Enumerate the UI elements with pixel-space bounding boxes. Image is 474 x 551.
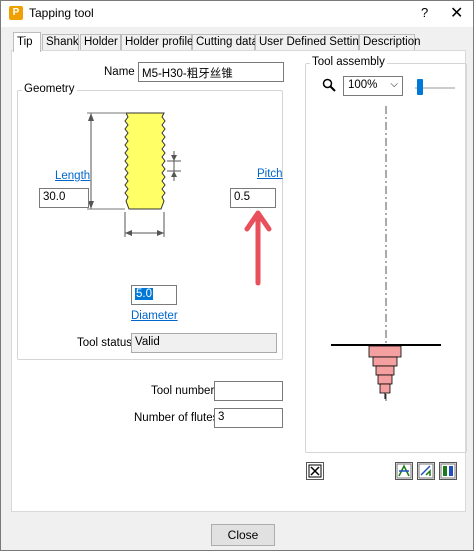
annotation-arrow (244, 210, 272, 286)
name-label: Name (104, 66, 135, 78)
fit-view-button[interactable] (306, 462, 324, 480)
help-button[interactable]: ? (421, 5, 428, 20)
tool-status-field: Valid (131, 333, 277, 353)
tap-diagram (87, 112, 181, 237)
tool-assembly-title: Tool assembly (310, 56, 387, 68)
close-button[interactable]: Close (211, 524, 275, 546)
zoom-icon (322, 78, 336, 92)
diameter-field[interactable]: 5.0 (131, 285, 177, 305)
tool-assembly-view (331, 106, 441, 401)
tool-view-button-2[interactable] (417, 462, 435, 480)
flutes-field[interactable]: 3 (214, 408, 283, 428)
tab-user-defined-settings[interactable]: User Defined Settings (255, 34, 371, 51)
diameter-link[interactable]: Diameter (131, 310, 178, 322)
flutes-label: Number of flutes (134, 412, 219, 424)
close-window-button[interactable]: ✕ (450, 3, 463, 23)
diameter-value-selected: 5.0 (135, 288, 153, 300)
length-field[interactable]: 30.0 (39, 188, 89, 208)
tool-status-label: Tool status (77, 337, 132, 349)
tool-view-button-1[interactable] (395, 462, 413, 480)
tab-cutting-data[interactable]: Cutting data (192, 34, 258, 51)
tab-holder-profile[interactable]: Holder profile (121, 34, 193, 51)
tapping-tool-dialog: P Tapping tool ? ✕ Tip Shank Holder Hold… (0, 0, 474, 551)
tool-view-icon (396, 463, 412, 479)
title-bar: P Tapping tool ? ✕ (1, 1, 473, 27)
tab-tip[interactable]: Tip (13, 32, 41, 52)
chevron-down-icon: ⌵ (390, 79, 398, 90)
pitch-link[interactable]: Pitch (257, 168, 283, 180)
zoom-slider-thumb[interactable] (417, 79, 423, 95)
tap-body (124, 112, 166, 210)
zoom-value: 100% (348, 79, 378, 91)
holder-icon (440, 463, 456, 479)
tab-description[interactable]: Description (359, 34, 421, 51)
name-field[interactable]: M5-H30-粗牙丝锥 (138, 62, 284, 82)
length-link[interactable]: Length (55, 170, 90, 182)
pitch-field[interactable]: 0.5 (230, 188, 276, 208)
tool-view-button-3[interactable] (439, 462, 457, 480)
tab-holder[interactable]: Holder (80, 34, 121, 51)
geometry-title: Geometry (22, 83, 77, 95)
zoom-select[interactable]: 100% ⌵ (343, 76, 403, 96)
tab-shank[interactable]: Shank (42, 34, 79, 51)
app-icon: P (9, 6, 23, 20)
fit-view-icon (308, 464, 322, 478)
window-title: Tapping tool (29, 6, 94, 20)
measure-icon (418, 463, 434, 479)
tool-number-field[interactable] (214, 381, 283, 401)
tool-number-label: Tool number (151, 385, 215, 397)
